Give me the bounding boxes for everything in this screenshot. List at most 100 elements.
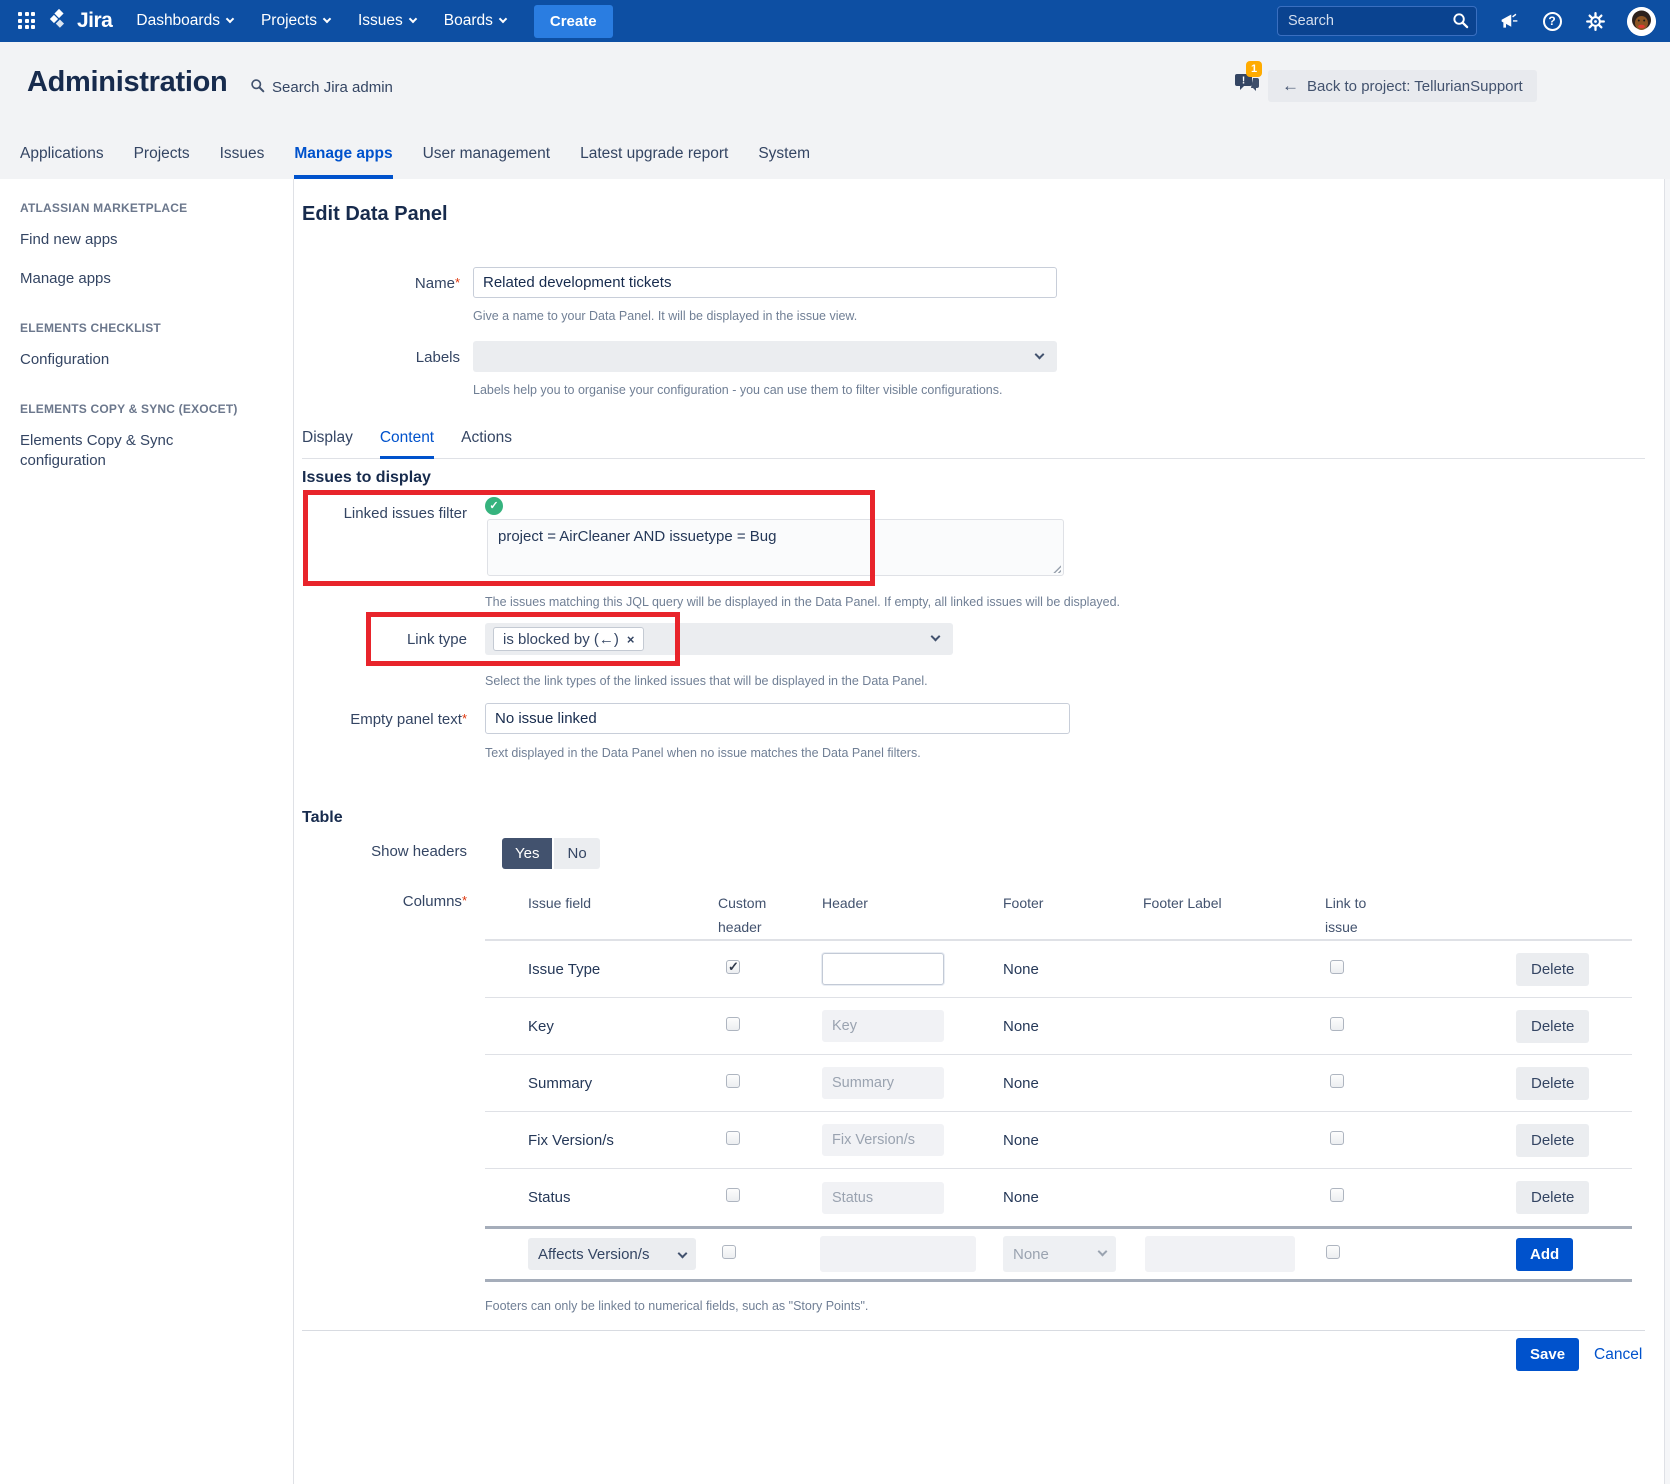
labels-label: Labels [294, 349, 460, 366]
custom-header-checkbox[interactable] [726, 1017, 740, 1031]
sidebar-item-manage-apps[interactable]: Manage apps [20, 269, 269, 289]
columns-label: Columns* [294, 893, 467, 910]
delete-button[interactable]: Delete [1516, 1124, 1589, 1157]
link-to-issue-checkbox[interactable] [1330, 960, 1344, 974]
help-icon[interactable]: ? [1541, 10, 1563, 32]
tab-manage-apps[interactable]: Manage apps [294, 145, 392, 179]
tab-latest-upgrade-report[interactable]: Latest upgrade report [580, 145, 728, 179]
user-avatar[interactable] [1627, 7, 1656, 36]
tab-content[interactable]: Content [380, 429, 434, 459]
sidebar-heading-exocet: ELEMENTS COPY & SYNC (EXOCET) [20, 402, 269, 416]
custom-header-checkbox[interactable] [726, 1188, 740, 1202]
page-title: Administration [27, 66, 227, 99]
save-button[interactable]: Save [1516, 1338, 1579, 1371]
custom-header-checkbox[interactable] [722, 1245, 736, 1259]
delete-button[interactable]: Delete [1516, 1010, 1589, 1043]
cancel-link[interactable]: Cancel [1594, 1346, 1642, 1364]
show-headers-yes-button[interactable]: Yes [502, 838, 552, 869]
admin-search[interactable]: Search Jira admin [250, 78, 393, 97]
columns-table-header: Issue field Custom header Header Footer … [485, 891, 1632, 939]
tab-user-management[interactable]: User management [423, 145, 551, 179]
header-input[interactable] [822, 1124, 944, 1156]
back-to-project-button[interactable]: ← Back to project: TellurianSupport [1268, 70, 1537, 102]
global-search-input[interactable] [1277, 6, 1477, 36]
custom-header-checkbox[interactable] [726, 960, 740, 974]
nav-issues[interactable]: Issues [358, 12, 416, 30]
name-input[interactable] [473, 267, 1057, 298]
add-button[interactable]: Add [1516, 1238, 1573, 1271]
issue-field-name: Fix Version/s [520, 1132, 715, 1149]
jira-logo[interactable]: Jira [48, 8, 112, 35]
tab-display[interactable]: Display [302, 429, 353, 459]
issue-field-select[interactable]: Affects Version/s [528, 1238, 696, 1270]
columns-table: Issue Type None Delete Key None Delete [485, 939, 1632, 1282]
show-headers-toggle: Yes No [502, 838, 600, 869]
edit-data-panel-form: Edit Data Panel Name* Give a name to you… [294, 179, 1664, 1484]
labels-select[interactable] [473, 341, 1057, 372]
table-row: Issue Type None Delete [485, 941, 1632, 998]
header-input[interactable] [822, 1067, 944, 1099]
link-type-select[interactable]: is blocked by (←) × [485, 623, 953, 655]
issue-field-name: Issue Type [520, 961, 715, 978]
chevron-down-icon [226, 15, 234, 23]
chevron-down-icon [1035, 349, 1045, 359]
col-header: Header [810, 891, 985, 915]
chevron-down-icon [1098, 1247, 1108, 1257]
footer-value: None [985, 1189, 1130, 1206]
name-label: Name* [294, 275, 460, 292]
create-button[interactable]: Create [534, 5, 613, 38]
tab-issues[interactable]: Issues [220, 145, 265, 179]
search-icon[interactable] [1452, 12, 1469, 34]
col-footer-label: Footer Label [1130, 891, 1310, 915]
custom-header-checkbox[interactable] [726, 1131, 740, 1145]
header-input[interactable] [822, 953, 944, 985]
nav-projects[interactable]: Projects [261, 12, 330, 30]
custom-header-checkbox[interactable] [726, 1074, 740, 1088]
link-type-help: Select the link types of the linked issu… [485, 674, 928, 688]
col-custom-header: Custom header [715, 891, 777, 939]
chevron-down-icon [409, 15, 417, 23]
delete-button[interactable]: Delete [1516, 953, 1589, 986]
nav-dashboards[interactable]: Dashboards [136, 12, 233, 30]
form-bottom-divider [302, 1330, 1645, 1331]
announcements-icon[interactable] [1498, 10, 1520, 32]
sidebar-item-find-new-apps[interactable]: Find new apps [20, 230, 269, 250]
tab-actions[interactable]: Actions [461, 429, 512, 459]
link-to-issue-checkbox[interactable] [1330, 1017, 1344, 1031]
admin-header: Administration Search Jira admin ! 1 ← B… [0, 42, 1670, 179]
header-input[interactable] [822, 1182, 944, 1214]
link-to-issue-checkbox[interactable] [1330, 1188, 1344, 1202]
app-switcher-icon[interactable] [18, 12, 36, 30]
tab-projects[interactable]: Projects [134, 145, 190, 179]
sidebar-item-configuration[interactable]: Configuration [20, 350, 269, 370]
footer-label-input[interactable] [1145, 1236, 1295, 1272]
jira-logo-text: Jira [77, 9, 112, 33]
footer-value: None [985, 1132, 1130, 1149]
footer-select[interactable]: None [1003, 1236, 1116, 1272]
show-headers-label: Show headers [294, 843, 467, 860]
remove-chip-icon[interactable]: × [627, 632, 635, 647]
col-link-to-issue: Link to issue [1310, 891, 1368, 939]
empty-panel-text-input[interactable] [485, 703, 1070, 734]
nav-boards[interactable]: Boards [444, 12, 506, 30]
tab-applications[interactable]: Applications [20, 145, 104, 179]
delete-button[interactable]: Delete [1516, 1181, 1589, 1214]
jql-filter-textarea[interactable]: project = AirCleaner AND issuetype = Bug [487, 519, 1064, 576]
link-to-issue-checkbox[interactable] [1326, 1245, 1340, 1259]
header-input[interactable] [822, 1010, 944, 1042]
link-to-issue-checkbox[interactable] [1330, 1131, 1344, 1145]
delete-button[interactable]: Delete [1516, 1067, 1589, 1100]
form-actions: Save Cancel [1516, 1338, 1642, 1371]
svg-text:!: ! [1242, 76, 1245, 87]
link-to-issue-checkbox[interactable] [1330, 1074, 1344, 1088]
feedback-bubbles-icon[interactable]: ! 1 [1233, 68, 1261, 101]
issue-field-name: Status [520, 1189, 715, 1206]
valid-check-icon: ✓ [485, 497, 503, 515]
add-header-input[interactable] [820, 1236, 976, 1272]
labels-help: Labels help you to organise your configu… [473, 383, 1002, 397]
add-column-row: Affects Version/s None Add [485, 1226, 1632, 1282]
sidebar-item-exocet-configuration[interactable]: Elements Copy & Sync configuration [20, 431, 210, 471]
tab-system[interactable]: System [758, 145, 810, 179]
show-headers-no-button[interactable]: No [554, 838, 599, 869]
settings-gear-icon[interactable] [1584, 10, 1606, 32]
